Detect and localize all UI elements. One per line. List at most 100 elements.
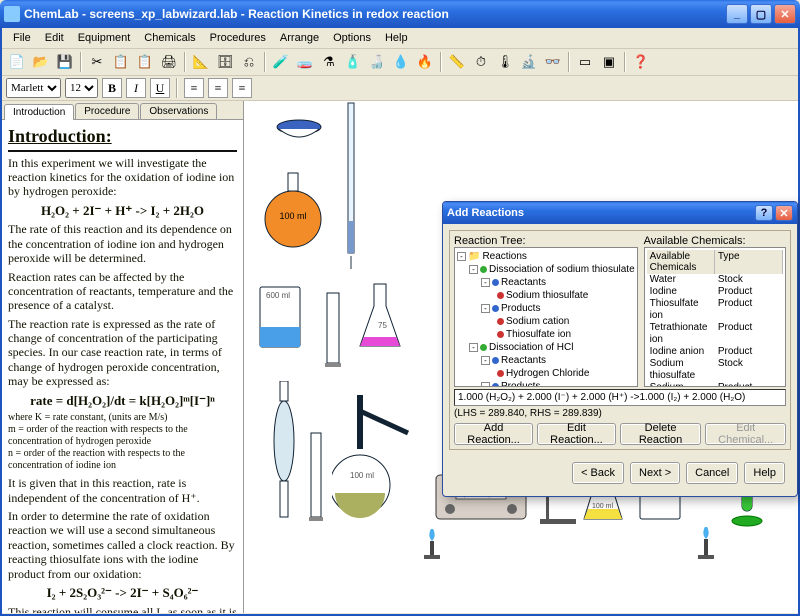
tb-flame-icon[interactable]: 🔥 [414, 51, 436, 73]
evap-dish[interactable] [274, 119, 324, 141]
tb-scale-icon[interactable]: 📏 [446, 51, 468, 73]
dialog-title: Add Reactions [447, 207, 524, 219]
cancel-button[interactable]: Cancel [686, 462, 738, 484]
minimize-button[interactable]: _ [726, 4, 748, 24]
dialog-close-button[interactable]: ✕ [775, 205, 793, 221]
doc-p4: The reaction rate is expressed as the ra… [8, 317, 237, 389]
align-right-icon[interactable]: ≡ [232, 78, 252, 98]
edit-reaction-button[interactable]: Edit Reaction... [537, 423, 616, 445]
bunsen-2[interactable] [694, 527, 718, 565]
tb-cut-icon[interactable]: ✂ [86, 51, 108, 73]
tb-dish-icon[interactable]: 🧫 [294, 51, 316, 73]
help-button[interactable]: Help [744, 462, 785, 484]
doc-p2: The rate of this reaction and its depend… [8, 222, 237, 265]
next-button[interactable]: Next > [630, 462, 680, 484]
doc-p7: In order to determine the rate of oxidat… [8, 509, 237, 581]
tb-flask-icon[interactable]: 🍶 [366, 51, 388, 73]
chemical-row[interactable]: Iodine anionProduct [647, 346, 783, 358]
chemical-row[interactable]: IodineProduct [647, 286, 783, 298]
menu-arrange[interactable]: Arrange [273, 30, 326, 46]
window-title: ChemLab - screens_xp_labwizard.lab - Rea… [24, 7, 449, 21]
align-left-icon[interactable]: ≡ [184, 78, 204, 98]
doc-heading: Introduction: [8, 126, 237, 152]
doc-tabs: Introduction Procedure Observations [2, 101, 243, 120]
tab-procedure[interactable]: Procedure [75, 103, 139, 119]
font-select[interactable]: Marlett [6, 78, 61, 98]
erlenmeyer-magenta[interactable]: 75 [354, 279, 406, 354]
chemical-row[interactable]: WaterStock [647, 274, 783, 286]
condenser[interactable] [254, 381, 314, 521]
tab-introduction[interactable]: Introduction [4, 104, 74, 120]
maximize-button[interactable]: ▢ [750, 4, 772, 24]
menu-chemicals[interactable]: Chemicals [137, 30, 202, 46]
underline-button[interactable]: U [150, 78, 170, 98]
app-icon [4, 6, 20, 22]
tb-save-icon[interactable]: 💾 [54, 51, 76, 73]
doc-eq1: H₂O₂ + 2I⁻ + H⁺ -> I₂ + 2H₂O [8, 203, 237, 219]
reaction-tree[interactable]: -📁Reactions -Dissociation of sodium thio… [454, 247, 638, 387]
burette[interactable] [342, 101, 360, 271]
tb-bottle-icon[interactable]: 🧴 [342, 51, 364, 73]
tb-testtube-icon[interactable]: 🧪 [270, 51, 292, 73]
chemical-row[interactable]: Tetrathionate ionProduct [647, 322, 783, 346]
document-view: Introduction: In this experiment we will… [2, 120, 243, 613]
tb-print-icon[interactable]: 🖨 [158, 51, 180, 73]
chemical-row[interactable]: Sodium cationProduct [647, 382, 783, 387]
menu-procedures[interactable]: Procedures [203, 30, 273, 46]
chemical-row[interactable]: Thiosulfate ionProduct [647, 298, 783, 322]
menu-file[interactable]: File [6, 30, 38, 46]
grad-cylinder[interactable] [324, 291, 344, 371]
tb-cabinet-icon[interactable]: 🗄 [214, 51, 236, 73]
grad-cylinder-2[interactable] [308, 431, 326, 526]
beaker-600[interactable]: 600 ml [254, 281, 310, 356]
flask-orange-label: 100 ml [279, 211, 306, 221]
add-reactions-dialog: Add Reactions ? ✕ Reaction Tree: -📁React… [442, 201, 798, 497]
doc-p5: where K = rate constant, (units are M/s)… [8, 412, 237, 472]
align-center-icon[interactable]: ≡ [208, 78, 228, 98]
menu-equipment[interactable]: Equipment [71, 30, 138, 46]
tb-copy-icon[interactable]: 📋 [110, 51, 132, 73]
italic-button[interactable]: I [126, 78, 146, 98]
tb-thermo-icon[interactable]: 🌡 [494, 51, 516, 73]
lhs-rhs-text: (LHS = 289.840, RHS = 289.839) [454, 408, 786, 419]
available-chemicals-list[interactable]: Available ChemicalsType WaterStockIodine… [644, 247, 786, 387]
chemical-row[interactable]: Sodium thiosulfateStock [647, 358, 783, 382]
bunsen-1[interactable] [420, 529, 444, 565]
tb-goggles-icon[interactable]: 👓 [542, 51, 564, 73]
tb-microscope-icon[interactable]: 🔬 [518, 51, 540, 73]
close-button[interactable]: ✕ [774, 4, 796, 24]
tab-observations[interactable]: Observations [140, 103, 217, 119]
back-button[interactable]: < Back [572, 462, 624, 484]
doc-eq2: rate = d[H₂O₂]/dt = k[H₂O₂]ᵐ[I⁻]ⁿ [8, 393, 237, 409]
tb-filledrect-icon[interactable]: ▣ [598, 51, 620, 73]
distillation-flask[interactable]: 100 ml [332, 393, 422, 533]
tb-ruler-icon[interactable]: 📐 [190, 51, 212, 73]
tb-paste-icon[interactable]: 📋 [134, 51, 156, 73]
add-reaction-button[interactable]: Add Reaction... [454, 423, 533, 445]
tb-open-icon[interactable]: 📂 [30, 51, 52, 73]
delete-reaction-button[interactable]: Delete Reaction [620, 423, 702, 445]
format-toolbar: Marlett 12 B I U ≡ ≡ ≡ [2, 76, 798, 101]
tb-help-icon[interactable]: ❓ [630, 51, 652, 73]
tb-undo-icon[interactable]: ⎌ [238, 51, 260, 73]
menu-help[interactable]: Help [378, 30, 415, 46]
tb-rect-icon[interactable]: ▭ [574, 51, 596, 73]
tb-timer-icon[interactable]: ⏱ [470, 51, 492, 73]
tb-new-icon[interactable]: 📄 [6, 51, 28, 73]
doc-p3: Reaction rates can be affected by the co… [8, 270, 237, 313]
dialog-help-icon[interactable]: ? [755, 205, 773, 221]
tree-label: Reaction Tree: [454, 235, 638, 247]
beaker-600-label: 600 ml [266, 291, 290, 300]
tb-drop-icon[interactable]: 💧 [390, 51, 412, 73]
font-size-select[interactable]: 12 [65, 78, 98, 98]
bold-button[interactable]: B [102, 78, 122, 98]
doc-eq3: I₂ + 2S₂O₃²⁻ -> 2I⁻ + S₄O₆²⁻ [8, 585, 237, 601]
menu-options[interactable]: Options [326, 30, 378, 46]
tb-alembic-icon[interactable]: ⚗ [318, 51, 340, 73]
left-pane: Introduction Procedure Observations Intr… [2, 101, 244, 613]
erlen-y-label: 100 ml [592, 503, 613, 510]
equation-field[interactable] [454, 389, 786, 406]
title-bar: ChemLab - screens_xp_labwizard.lab - Rea… [0, 0, 800, 28]
round-flask-orange[interactable]: 100 ml [262, 171, 324, 251]
menu-edit[interactable]: Edit [38, 30, 71, 46]
